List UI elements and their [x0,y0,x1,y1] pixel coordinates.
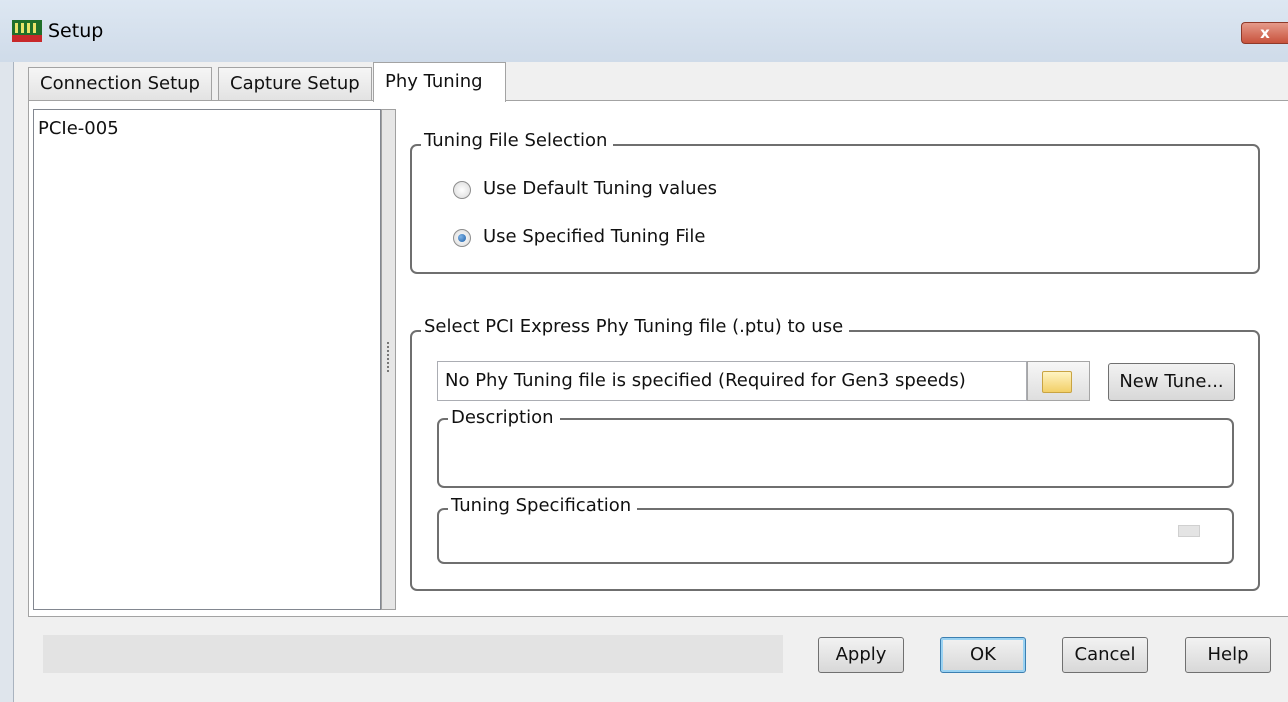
apply-button[interactable]: Apply [818,637,904,673]
ptu-file-label: Select PCI Express Phy Tuning file (.ptu… [421,316,850,337]
device-list[interactable]: PCIe-005 [33,109,381,610]
list-item[interactable]: PCIe-005 [38,118,119,139]
tab-label: Connection Setup [40,73,200,94]
radio-label: Use Default Tuning values [483,178,718,199]
new-tune-button[interactable]: New Tune... [1108,363,1235,401]
browse-button[interactable] [1027,361,1090,401]
help-button[interactable]: Help [1185,637,1271,673]
tuning-file-path-field[interactable]: No Phy Tuning file is specified (Require… [437,361,1027,401]
close-icon: x [1260,24,1270,42]
tab-label: Phy Tuning [385,71,483,92]
splitter-handle[interactable] [383,340,393,374]
tab-label: Capture Setup [230,73,360,94]
ok-button[interactable]: OK [940,637,1026,673]
tuning-file-selection-label: Tuning File Selection [421,130,614,151]
radio-button[interactable] [453,229,471,247]
folder-icon [1042,371,1072,393]
radio-label: Use Specified Tuning File [483,226,706,247]
tuning-file-selection-group [410,144,1260,274]
tab-phy-tuning[interactable]: Phy Tuning [373,62,506,102]
tuning-spec-label: Tuning Specification [448,495,638,516]
tab-connection-setup[interactable]: Connection Setup [28,67,212,101]
radio-button[interactable] [453,181,471,199]
title-bar: Setup x [0,0,1288,62]
description-label: Description [448,407,560,428]
status-bar [43,635,783,673]
window-title: Setup [48,20,104,42]
cancel-button[interactable]: Cancel [1062,637,1148,673]
expand-icon[interactable] [1178,525,1200,537]
description-text [447,430,1217,480]
tab-capture-setup[interactable]: Capture Setup [218,67,372,101]
close-button[interactable]: x [1241,22,1288,44]
app-icon [12,20,42,42]
tuning-spec-text [447,520,1167,556]
